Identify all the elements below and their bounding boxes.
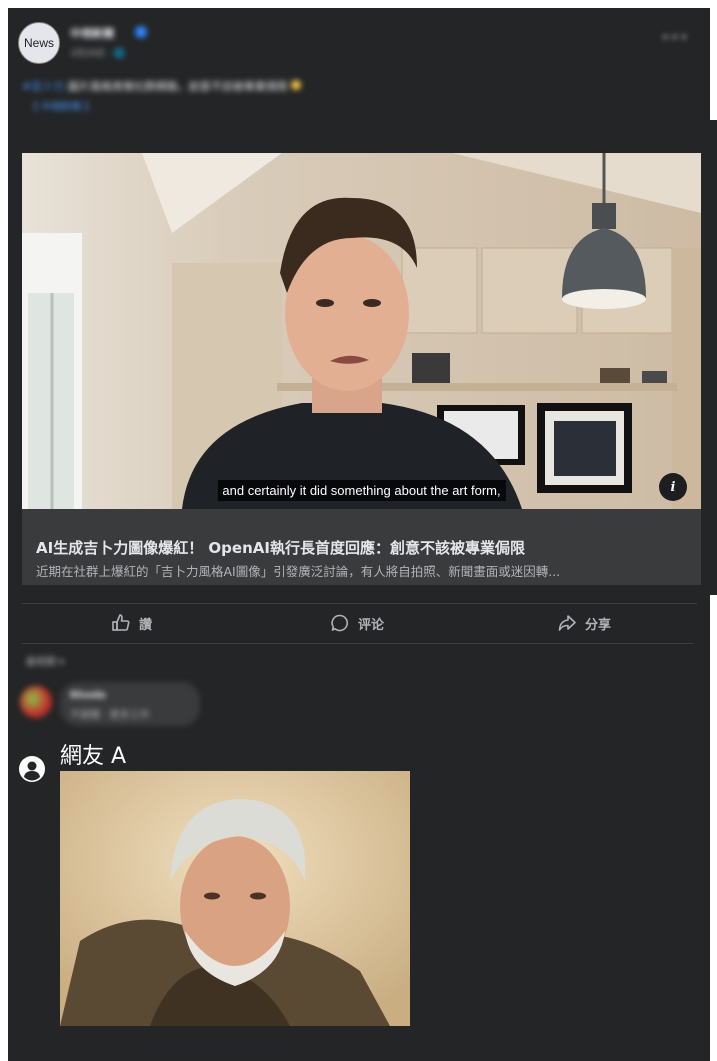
like-button[interactable]: 讚 <box>111 612 152 634</box>
comment-label: 评论 <box>358 617 385 633</box>
comment-photo <box>60 771 410 1026</box>
post-link[interactable]: 【 中視新聞 】 <box>28 98 94 113</box>
post-text: #吉卜力 圖片風格席捲社群網路，創意不該被專業侷限 <box>22 78 302 94</box>
like-icon <box>112 614 130 631</box>
video-player[interactable]: and certainly it did something about the… <box>22 153 701 509</box>
commenter-name[interactable]: Rhoda <box>70 690 106 701</box>
share-label: 分享 <box>585 617 612 633</box>
commenter-name-netizen[interactable]: 網友 A <box>60 738 126 770</box>
video-caption: and certainly it did something about the… <box>217 480 506 501</box>
comment-sort-dropdown[interactable]: 最相關 ▾ <box>26 653 64 668</box>
info-icon[interactable]: i <box>659 473 687 501</box>
link-description: 近期在社群上爆紅的「吉卜力風格AI圖像」引發廣泛討論，有人將自拍照、新聞畫面或迷… <box>36 564 561 579</box>
comment-text: 不錯喔 · 更多工作 <box>70 710 150 721</box>
divider <box>22 603 697 604</box>
comment-image[interactable] <box>60 771 410 1026</box>
comment-bubble: Rhoda 不錯喔 · 更多工作 <box>60 682 200 726</box>
comment-button[interactable]: 评论 <box>330 612 384 634</box>
page-name[interactable]: 中視新聞 <box>70 25 114 41</box>
emoji-icon <box>291 80 302 90</box>
page-avatar[interactable]: News <box>18 22 60 64</box>
divider <box>22 643 693 644</box>
commenter-avatar[interactable] <box>20 686 52 718</box>
user-icon[interactable] <box>19 756 45 782</box>
more-icon[interactable]: ••• <box>661 30 689 46</box>
link-title: AI生成吉卜力圖像爆紅！ OpenAI執行長首度回應：創意不該被專業侷限 <box>36 539 525 557</box>
post-body-text: 圖片風格席捲社群網路，創意不該被專業侷限 <box>64 80 292 93</box>
share-button[interactable]: 分享 <box>557 612 611 634</box>
post-meta: 3月29日 · 🌐 <box>70 49 125 59</box>
verified-badge-icon <box>135 26 147 38</box>
hashtag-link[interactable]: #吉卜力 <box>22 80 64 93</box>
share-icon <box>558 615 576 631</box>
like-label: 讚 <box>139 617 153 633</box>
link-preview-card[interactable]: AI生成吉卜力圖像爆紅！ OpenAI執行長首度回應：創意不該被專業侷限 近期在… <box>22 509 701 585</box>
video-frame <box>22 153 701 509</box>
comment-icon <box>331 614 349 632</box>
